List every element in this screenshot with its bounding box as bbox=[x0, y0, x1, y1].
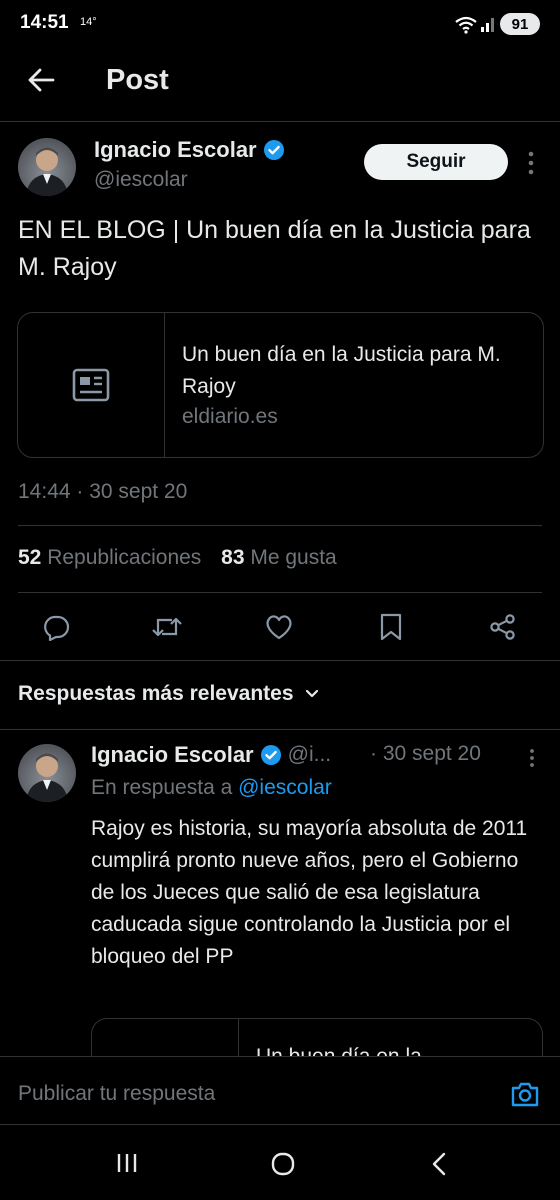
likes-count[interactable]: 83 bbox=[221, 546, 244, 569]
card-domain: eldiario.es bbox=[182, 405, 278, 428]
card-thumbnail bbox=[18, 313, 165, 457]
page-title: Post bbox=[106, 64, 169, 96]
more-options-icon[interactable] bbox=[526, 149, 536, 177]
back-arrow-icon[interactable] bbox=[26, 65, 56, 95]
status-temperature: 14° bbox=[80, 16, 97, 28]
in-reply-to: En respuesta a @iescolar bbox=[91, 776, 332, 800]
post-text: EN EL BLOG | Un buen día en la Justicia … bbox=[18, 216, 531, 281]
post-stats: 52 Republicaciones 83 Me gusta bbox=[18, 546, 337, 570]
home-icon[interactable] bbox=[270, 1151, 296, 1177]
author-name-row[interactable]: Ignacio Escolar bbox=[94, 137, 285, 163]
link-card[interactable]: Un buen día en la Justicia para M. Rajoy… bbox=[17, 312, 544, 458]
system-back-icon[interactable] bbox=[430, 1151, 448, 1177]
reply-text: Rajoy es historia, su mayoría absoluta d… bbox=[91, 817, 528, 968]
bookmark-button[interactable] bbox=[371, 607, 411, 647]
repost-button[interactable] bbox=[147, 607, 187, 647]
actions-divider bbox=[0, 660, 560, 661]
reply-more-options-icon[interactable] bbox=[528, 747, 536, 769]
share-icon bbox=[489, 613, 517, 641]
verified-badge-icon bbox=[263, 139, 285, 161]
share-button[interactable] bbox=[483, 607, 523, 647]
reply-icon bbox=[42, 613, 70, 641]
author-name[interactable]: Ignacio Escolar bbox=[94, 137, 257, 163]
reposts-label[interactable]: Republicaciones bbox=[47, 546, 201, 569]
reply-date[interactable]: · 30 sept 20 bbox=[370, 742, 481, 766]
signal-icon bbox=[480, 16, 496, 32]
camera-icon[interactable] bbox=[510, 1080, 540, 1108]
status-time: 14:51 bbox=[20, 12, 69, 33]
reply-header: Ignacio Escolar @i... bbox=[91, 742, 331, 768]
header-divider bbox=[0, 121, 560, 122]
recent-apps-icon[interactable] bbox=[116, 1152, 138, 1174]
timestamp-divider bbox=[18, 525, 542, 526]
article-icon bbox=[72, 368, 110, 402]
reply-compose-input[interactable]: Publicar tu respuesta bbox=[18, 1082, 215, 1106]
chevron-down-icon bbox=[304, 688, 320, 700]
repost-icon bbox=[151, 613, 183, 641]
follow-button[interactable]: Seguir bbox=[364, 144, 508, 180]
reply-button[interactable] bbox=[36, 607, 76, 647]
verified-badge-icon bbox=[260, 744, 282, 766]
replies-sort-label[interactable]: Respuestas más relevantes bbox=[18, 682, 294, 706]
reply-author-handle[interactable]: @i... bbox=[288, 743, 332, 767]
author-handle[interactable]: @iescolar bbox=[94, 168, 188, 192]
reply-author-name[interactable]: Ignacio Escolar bbox=[91, 742, 254, 768]
reposts-count[interactable]: 52 bbox=[18, 546, 41, 569]
like-button[interactable] bbox=[259, 607, 299, 647]
battery-indicator: 91 bbox=[500, 13, 540, 35]
heart-icon bbox=[264, 613, 294, 641]
card-title[interactable]: Un buen día en la Justicia para M. Rajoy bbox=[182, 339, 512, 403]
in-reply-to-prefix: En respuesta a bbox=[91, 776, 233, 799]
in-reply-to-handle[interactable]: @iescolar bbox=[238, 776, 332, 799]
battery-level: 91 bbox=[511, 15, 529, 33]
bookmark-icon bbox=[379, 613, 403, 641]
likes-label[interactable]: Me gusta bbox=[250, 546, 336, 569]
replies-sort-selector[interactable]: Respuestas más relevantes bbox=[18, 682, 320, 706]
wifi-icon bbox=[454, 16, 478, 34]
avatar[interactable] bbox=[18, 138, 76, 196]
compose-divider bbox=[0, 1124, 560, 1125]
stats-divider bbox=[18, 592, 542, 593]
reply-avatar[interactable] bbox=[18, 744, 76, 802]
post-timestamp[interactable]: 14:44 · 30 sept 20 bbox=[18, 480, 187, 504]
sort-divider bbox=[0, 729, 560, 730]
